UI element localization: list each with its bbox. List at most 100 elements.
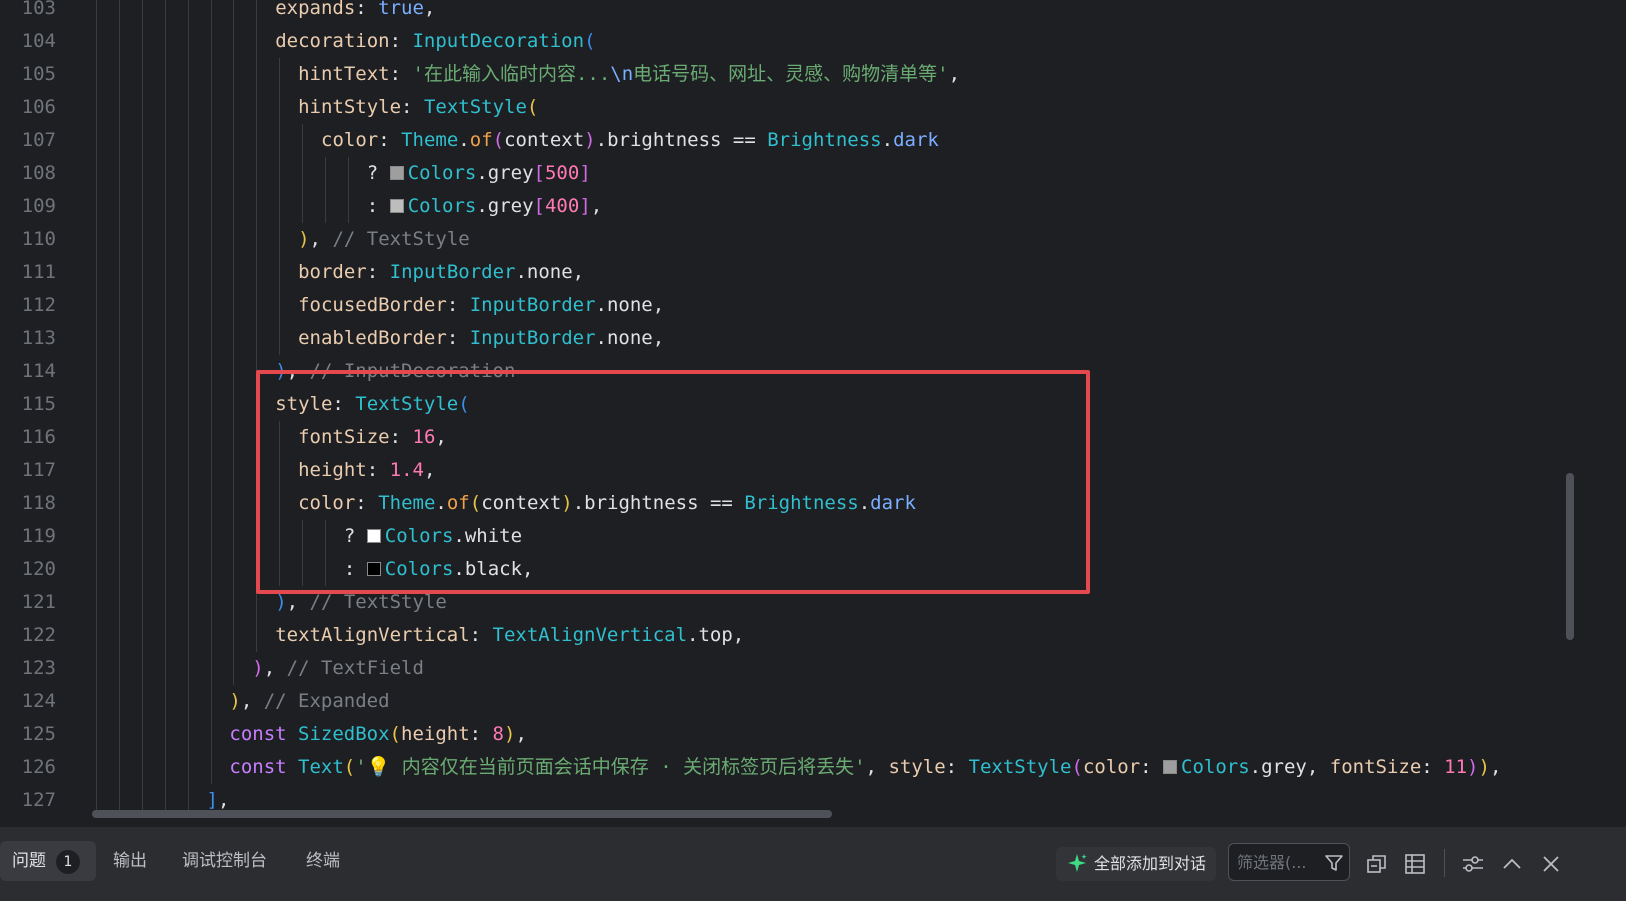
- chevron-up-icon[interactable]: [1499, 851, 1525, 877]
- code-line[interactable]: hintStyle: TextStyle(: [298, 91, 538, 124]
- color-swatch-icon[interactable]: [389, 199, 404, 213]
- code-line[interactable]: color: Theme.of(context).brightness == B…: [321, 124, 939, 157]
- indent-guide: [96, 586, 97, 619]
- filter-input[interactable]: [1237, 850, 1317, 874]
- indent-guide: [279, 289, 281, 322]
- indent-guide: [96, 718, 97, 751]
- filter-box[interactable]: [1228, 843, 1350, 881]
- indent-guide: [141, 289, 143, 322]
- indent-guide: [347, 190, 349, 223]
- line-number: 124: [21, 690, 56, 712]
- indent-guide: [210, 685, 212, 718]
- indent-guide: [118, 454, 120, 487]
- line-number: 122: [21, 624, 56, 646]
- indent-guide: [141, 58, 143, 91]
- indent-guide: [141, 190, 143, 223]
- code-token: ,: [263, 657, 287, 679]
- code-token: :: [389, 30, 413, 52]
- line-number: 117: [21, 459, 56, 481]
- indent-guide: [187, 58, 189, 91]
- indent-guide: [210, 190, 212, 223]
- code-token: :: [446, 294, 470, 316]
- code-line[interactable]: focusedBorder: InputBorder.none,: [298, 289, 664, 322]
- code-token: InputBorder: [469, 327, 596, 349]
- indent-guide: [187, 454, 189, 487]
- table-view-icon[interactable]: [1402, 851, 1428, 877]
- indent-guide: [141, 256, 143, 289]
- code-token: const: [229, 723, 299, 745]
- indent-guide: [141, 421, 143, 454]
- indent-guide: [325, 157, 326, 190]
- indent-guide: [210, 454, 212, 487]
- code-line[interactable]: const Text('💡 内容仅在当前页面会话中保存 · 关闭标签页后将丢失'…: [229, 751, 1501, 784]
- code-token: style: [888, 756, 946, 778]
- indent-guide: [164, 355, 166, 388]
- color-swatch-icon[interactable]: [1163, 760, 1178, 774]
- code-line[interactable]: textAlignVertical: TextAlignVertical.top…: [275, 619, 744, 652]
- indent-guide: [141, 157, 143, 190]
- filter-funnel-icon[interactable]: [1323, 852, 1345, 874]
- highlight-annotation-box: [256, 370, 1090, 594]
- indent-guide: [164, 421, 166, 454]
- tab-terminal[interactable]: 终端: [306, 841, 340, 881]
- indent-guide: [96, 751, 97, 784]
- indent-guide: [210, 751, 212, 784]
- color-swatch-icon[interactable]: [389, 166, 404, 180]
- vertical-scrollbar[interactable]: [1562, 0, 1578, 826]
- code-line[interactable]: border: InputBorder.none,: [298, 256, 584, 289]
- tab-debug-console[interactable]: 调试控制台: [182, 841, 267, 881]
- horizontal-scrollbar-thumb[interactable]: [92, 810, 832, 818]
- code-token: // TextStyle: [332, 228, 470, 250]
- indent-guide: [233, 355, 235, 388]
- code-line[interactable]: ? Colors.grey[500]: [367, 157, 591, 190]
- indent-guide: [233, 223, 235, 256]
- indent-guide: [164, 685, 166, 718]
- code-token: TextAlignVertical: [492, 624, 688, 646]
- code-token: [: [533, 162, 545, 184]
- indent-guide: [187, 223, 189, 256]
- code-token: (: [343, 756, 356, 778]
- vertical-scrollbar-thumb[interactable]: [1566, 473, 1574, 640]
- code-line[interactable]: ), // TextField: [252, 652, 424, 685]
- indent-guide: [187, 256, 189, 289]
- indent-guide: [233, 454, 235, 487]
- code-line[interactable]: ), // Expanded: [229, 685, 389, 718]
- indent-guide: [118, 487, 120, 520]
- code-line[interactable]: const SizedBox(height: 8),: [229, 718, 527, 751]
- add-all-to-chat-button[interactable]: 全部添加到对话: [1056, 847, 1217, 881]
- indent-guide: [302, 124, 304, 157]
- line-number: 127: [21, 789, 56, 811]
- code-line[interactable]: : Colors.grey[400],: [367, 190, 602, 223]
- indent-guide: [141, 124, 143, 157]
- indent-guide: [96, 685, 97, 718]
- code-token: ,: [217, 789, 230, 811]
- problems-count-badge: 1: [56, 850, 80, 874]
- indent-guide: [118, 619, 120, 652]
- code-line[interactable]: hintText: '在此输入临时内容...\n电话号码、网址、灵感、购物清单等…: [298, 58, 960, 91]
- code-token: TextStyle: [423, 96, 527, 118]
- code-token: expands: [275, 0, 356, 19]
- line-number: 126: [21, 756, 56, 778]
- code-line[interactable]: enabledBorder: InputBorder.none,: [298, 322, 664, 355]
- tab-problems[interactable]: 问题 1: [0, 841, 96, 881]
- indent-guide: [210, 322, 212, 355]
- code-token: .grey,: [1249, 756, 1330, 778]
- code-token: border: [298, 261, 367, 283]
- close-icon[interactable]: [1538, 851, 1564, 877]
- code-line[interactable]: ), // TextStyle: [298, 223, 470, 256]
- code-line[interactable]: expands: true,: [275, 0, 435, 25]
- indent-guide: [164, 454, 166, 487]
- tab-output[interactable]: 输出: [113, 841, 147, 881]
- code-token: ,: [865, 756, 889, 778]
- line-number: 105: [21, 63, 56, 85]
- settings-sliders-icon[interactable]: [1460, 851, 1486, 877]
- line-number: 116: [21, 426, 56, 448]
- line-number: 121: [21, 591, 56, 613]
- indent-guide: [141, 355, 143, 388]
- code-line[interactable]: decoration: InputDecoration(: [275, 25, 595, 58]
- line-number: 115: [21, 393, 56, 415]
- code-token: 11: [1444, 756, 1468, 778]
- indent-guide: [164, 58, 166, 91]
- collapse-all-icon[interactable]: [1364, 851, 1390, 877]
- code-editor[interactable]: 103 104 105 106 107 108 109 110 111 112 113 114 115 1…: [0, 0, 1626, 826]
